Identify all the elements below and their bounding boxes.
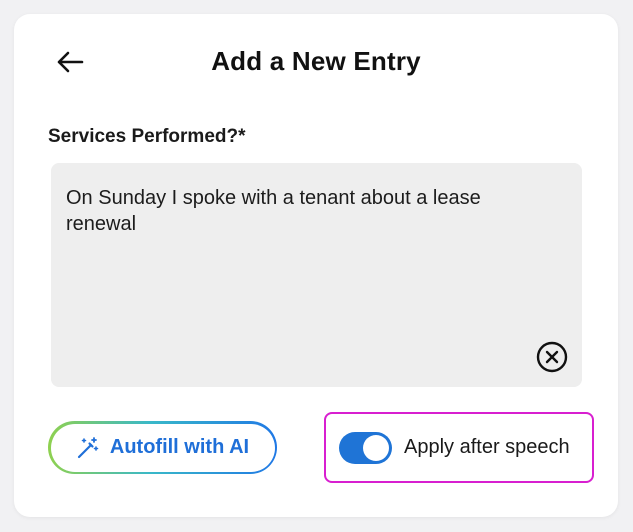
clear-text-button[interactable]: [536, 341, 568, 373]
header: Add a New Entry: [14, 14, 618, 110]
entry-card: Add a New Entry Services Performed?* On …: [14, 14, 618, 517]
services-performed-label: Services Performed?*: [48, 126, 246, 147]
autofill-button-inner: Autofill with AI: [50, 423, 275, 472]
autofill-label: Autofill with AI: [109, 436, 250, 458]
apply-after-speech-label: Apply after speech: [404, 436, 570, 458]
magic-wand-icon: [77, 436, 99, 458]
toggle-knob: [363, 434, 389, 461]
clear-circle-x-icon: [536, 341, 568, 373]
apply-after-speech-toggle[interactable]: [339, 431, 392, 464]
textarea-value: On Sunday I spoke with a tenant about a …: [66, 187, 481, 235]
page-title: Add a New Entry: [211, 46, 421, 76]
services-performed-textarea[interactable]: On Sunday I spoke with a tenant about a …: [51, 163, 582, 387]
apply-after-speech-highlight: Apply after speech: [324, 412, 594, 483]
autofill-with-ai-button[interactable]: Autofill with AI: [48, 421, 277, 474]
